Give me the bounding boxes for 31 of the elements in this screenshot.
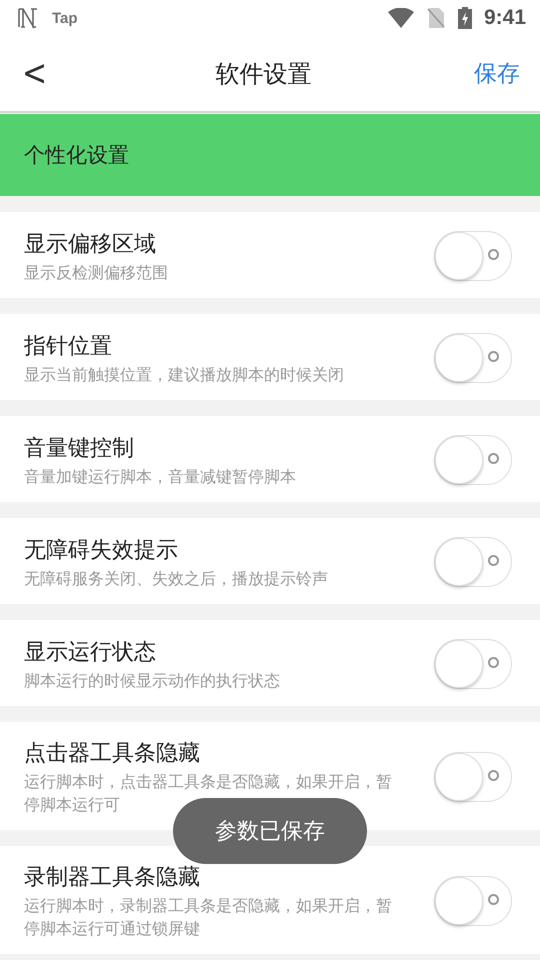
setting-title: 显示偏移区域: [24, 230, 157, 258]
toast-message: 参数已保存: [173, 798, 367, 864]
setting-title: 无障碍失效提示: [24, 536, 179, 564]
no-sim-icon: [426, 7, 446, 29]
setting-description: 无障碍服务关闭、失效之后，播放提示铃声: [24, 568, 329, 590]
page-title: 软件设置: [216, 58, 312, 90]
toggle-switch[interactable]: [434, 231, 512, 281]
setting-title: 音量键控制: [24, 434, 135, 462]
wifi-icon: [388, 8, 414, 28]
toggle-switch[interactable]: [434, 639, 512, 689]
setting-title: 显示运行状态: [24, 638, 157, 666]
toggle-switch[interactable]: [434, 752, 512, 802]
setting-description: 运行脚本时，录制器工具条是否隐藏，如果开启，暂停脚本运行可通过锁屏键: [24, 895, 393, 940]
clock: 9:41: [484, 6, 526, 30]
logo-icon: [16, 6, 40, 30]
toggle-switch[interactable]: [434, 435, 512, 485]
section-header: 个性化设置: [0, 114, 540, 196]
battery-icon: [458, 7, 472, 29]
setting-title: 指针位置: [24, 332, 113, 360]
toggle-switch[interactable]: [434, 537, 512, 587]
setting-description: 显示反检测偏移范围: [24, 262, 169, 284]
setting-description: 音量加键运行脚本，音量减键暂停脚本: [24, 466, 297, 488]
toggle-switch[interactable]: [434, 333, 512, 383]
app-name: Tap: [52, 10, 78, 26]
save-button[interactable]: 保存: [474, 58, 520, 89]
setting-description: 脚本运行的时候显示动作的执行状态: [24, 670, 281, 692]
setting-title: 点击器工具条隐藏: [24, 740, 201, 768]
setting-description: 显示当前触摸位置，建议播放脚本的时候关闭: [24, 364, 345, 386]
back-button[interactable]: <: [16, 52, 54, 94]
toggle-switch[interactable]: [434, 876, 512, 926]
setting-title: 录制器工具条隐藏: [24, 864, 201, 892]
